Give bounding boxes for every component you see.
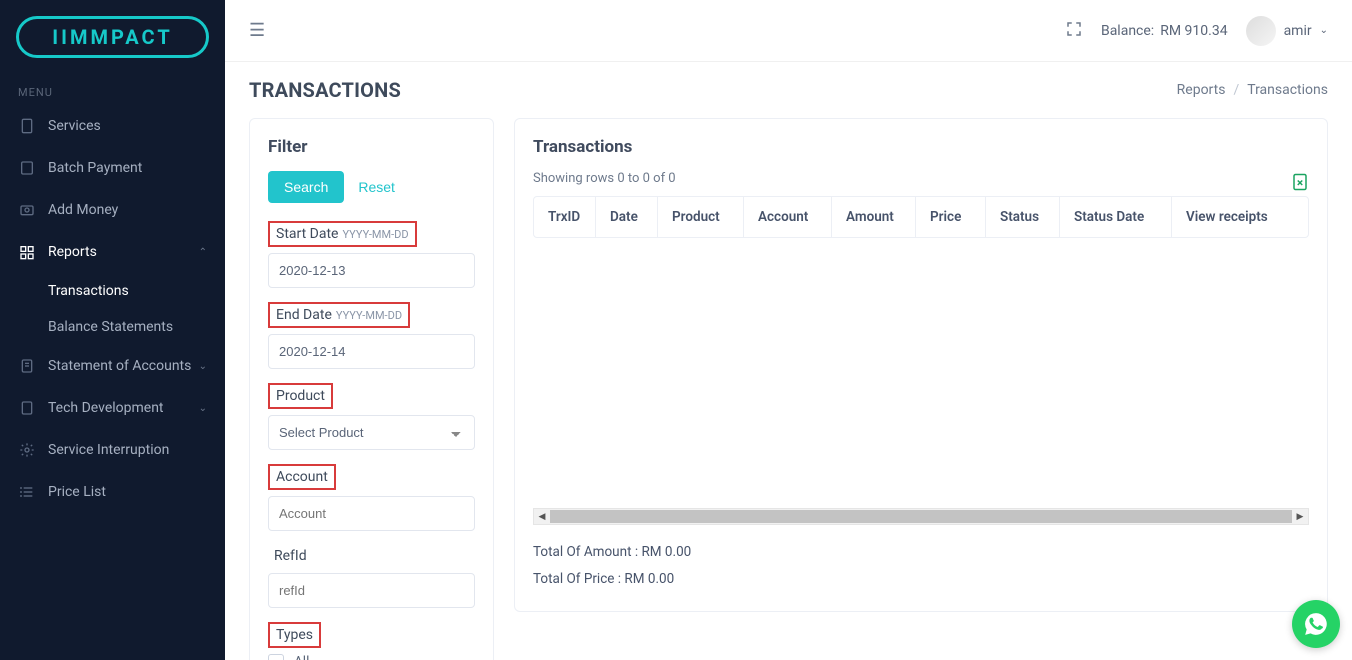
sidebar-item-label: Service Interruption [48, 442, 169, 458]
sidebar-item-tech-development[interactable]: Tech Development ⌄ [0, 387, 225, 429]
hamburger-menu-icon[interactable]: ☰ [249, 20, 265, 41]
sidebar-item-label: Add Money [48, 202, 118, 218]
sidebar-item-transactions[interactable]: Transactions [48, 273, 225, 309]
col-product: Product [658, 197, 744, 237]
breadcrumb-item[interactable]: Reports [1177, 82, 1226, 98]
col-trxid: TrxID [534, 197, 596, 237]
batch-icon [18, 159, 36, 177]
sidebar: IIMMPACT MENU Services Batch Payment Add… [0, 0, 225, 660]
refid-label: RefId [268, 545, 313, 567]
sidebar-item-label: Services [48, 118, 101, 134]
account-input[interactable] [268, 496, 475, 531]
col-statusdate: Status Date [1060, 197, 1172, 237]
reports-icon [18, 243, 36, 261]
table-body [533, 238, 1309, 508]
end-date-input[interactable] [268, 334, 475, 369]
total-amount-value: RM 0.00 [641, 544, 691, 560]
sidebar-item-statement-accounts[interactable]: Statement of Accounts ⌄ [0, 345, 225, 387]
sidebar-item-label: Transactions [48, 283, 129, 299]
document-icon [18, 357, 36, 375]
reset-button[interactable]: Reset [358, 179, 395, 195]
logo-wrap: IIMMPACT [0, 0, 225, 74]
sidebar-item-service-interruption[interactable]: Service Interruption [0, 429, 225, 471]
page-title: TRANSACTIONS [249, 78, 401, 102]
file-icon [18, 399, 36, 417]
sidebar-item-label: Reports [48, 244, 97, 260]
product-label: Product [268, 383, 333, 409]
col-amount: Amount [832, 197, 916, 237]
col-date: Date [596, 197, 658, 237]
filter-title: Filter [268, 137, 475, 157]
col-account: Account [744, 197, 832, 237]
whatsapp-button[interactable] [1292, 600, 1340, 648]
total-price-label: Total Of Price : [533, 571, 621, 587]
total-amount-label: Total Of Amount : [533, 544, 638, 560]
balance-value: RM 910.34 [1160, 23, 1227, 39]
search-button[interactable]: Search [268, 171, 344, 203]
balance-label: Balance: [1101, 23, 1154, 39]
fullscreen-icon[interactable] [1065, 20, 1083, 42]
sidebar-item-services[interactable]: Services [0, 105, 225, 147]
col-receipts: View receipts [1172, 197, 1308, 237]
gear-icon [18, 441, 36, 459]
sidebar-item-label: Price List [48, 484, 106, 500]
menu-section-label: MENU [0, 74, 225, 105]
chevron-down-icon: ⌄ [199, 403, 207, 414]
table-header: TrxID Date Product Account Amount Price … [533, 196, 1309, 238]
breadcrumb: Reports / Transactions [1177, 82, 1328, 98]
start-date-input[interactable] [268, 253, 475, 288]
chevron-up-icon: ⌃ [199, 247, 207, 258]
col-status: Status [986, 197, 1060, 237]
start-date-label: Start DateYYYY-MM-DD [268, 221, 417, 247]
type-all-checkbox[interactable]: All [268, 654, 475, 660]
data-panel: Transactions Showing rows 0 to 0 of 0 Tr… [514, 118, 1328, 612]
export-excel-icon[interactable] [1291, 172, 1309, 196]
checkbox-label: All [294, 654, 309, 660]
total-price-value: RM 0.00 [624, 571, 674, 587]
transactions-title: Transactions [533, 137, 1309, 157]
scroll-right-icon[interactable]: ▶ [1292, 509, 1308, 524]
breadcrumb-separator: / [1233, 82, 1239, 98]
scrollbar-track[interactable] [550, 510, 1292, 523]
breadcrumb-item: Transactions [1247, 82, 1328, 98]
sidebar-item-label: Balance Statements [48, 319, 173, 335]
checkbox-icon [268, 654, 284, 660]
refid-input[interactable] [268, 573, 475, 608]
product-select[interactable]: Select Product [268, 415, 475, 450]
account-label: Account [268, 464, 336, 490]
sidebar-item-label: Tech Development [48, 400, 164, 416]
filter-panel: Filter Search Reset Start DateYYYY-MM-DD… [249, 118, 494, 660]
end-date-label: End DateYYYY-MM-DD [268, 302, 410, 328]
sidebar-item-label: Batch Payment [48, 160, 142, 176]
sidebar-item-add-money[interactable]: Add Money [0, 189, 225, 231]
col-price: Price [916, 197, 986, 237]
chevron-down-icon: ⌄ [1320, 25, 1328, 36]
types-label: Types [268, 622, 321, 648]
sidebar-item-price-list[interactable]: Price List [0, 471, 225, 513]
username: amir [1284, 23, 1312, 39]
user-menu[interactable]: amir ⌄ [1246, 16, 1328, 46]
device-icon [18, 117, 36, 135]
sidebar-item-reports[interactable]: Reports ⌃ [0, 231, 225, 273]
logo: IIMMPACT [16, 16, 209, 58]
topbar: ☰ Balance: RM 910.34 amir ⌄ [225, 0, 1352, 62]
scroll-left-icon[interactable]: ◀ [534, 509, 550, 524]
horizontal-scrollbar[interactable]: ◀ ▶ [533, 508, 1309, 525]
avatar [1246, 16, 1276, 46]
sidebar-item-label: Statement of Accounts [48, 358, 191, 374]
camera-icon [18, 201, 36, 219]
chevron-down-icon: ⌄ [199, 361, 207, 372]
sidebar-item-balance-statements[interactable]: Balance Statements [48, 309, 225, 345]
list-icon [18, 483, 36, 501]
showing-text: Showing rows 0 to 0 of 0 [533, 171, 676, 186]
sidebar-item-batch-payment[interactable]: Batch Payment [0, 147, 225, 189]
